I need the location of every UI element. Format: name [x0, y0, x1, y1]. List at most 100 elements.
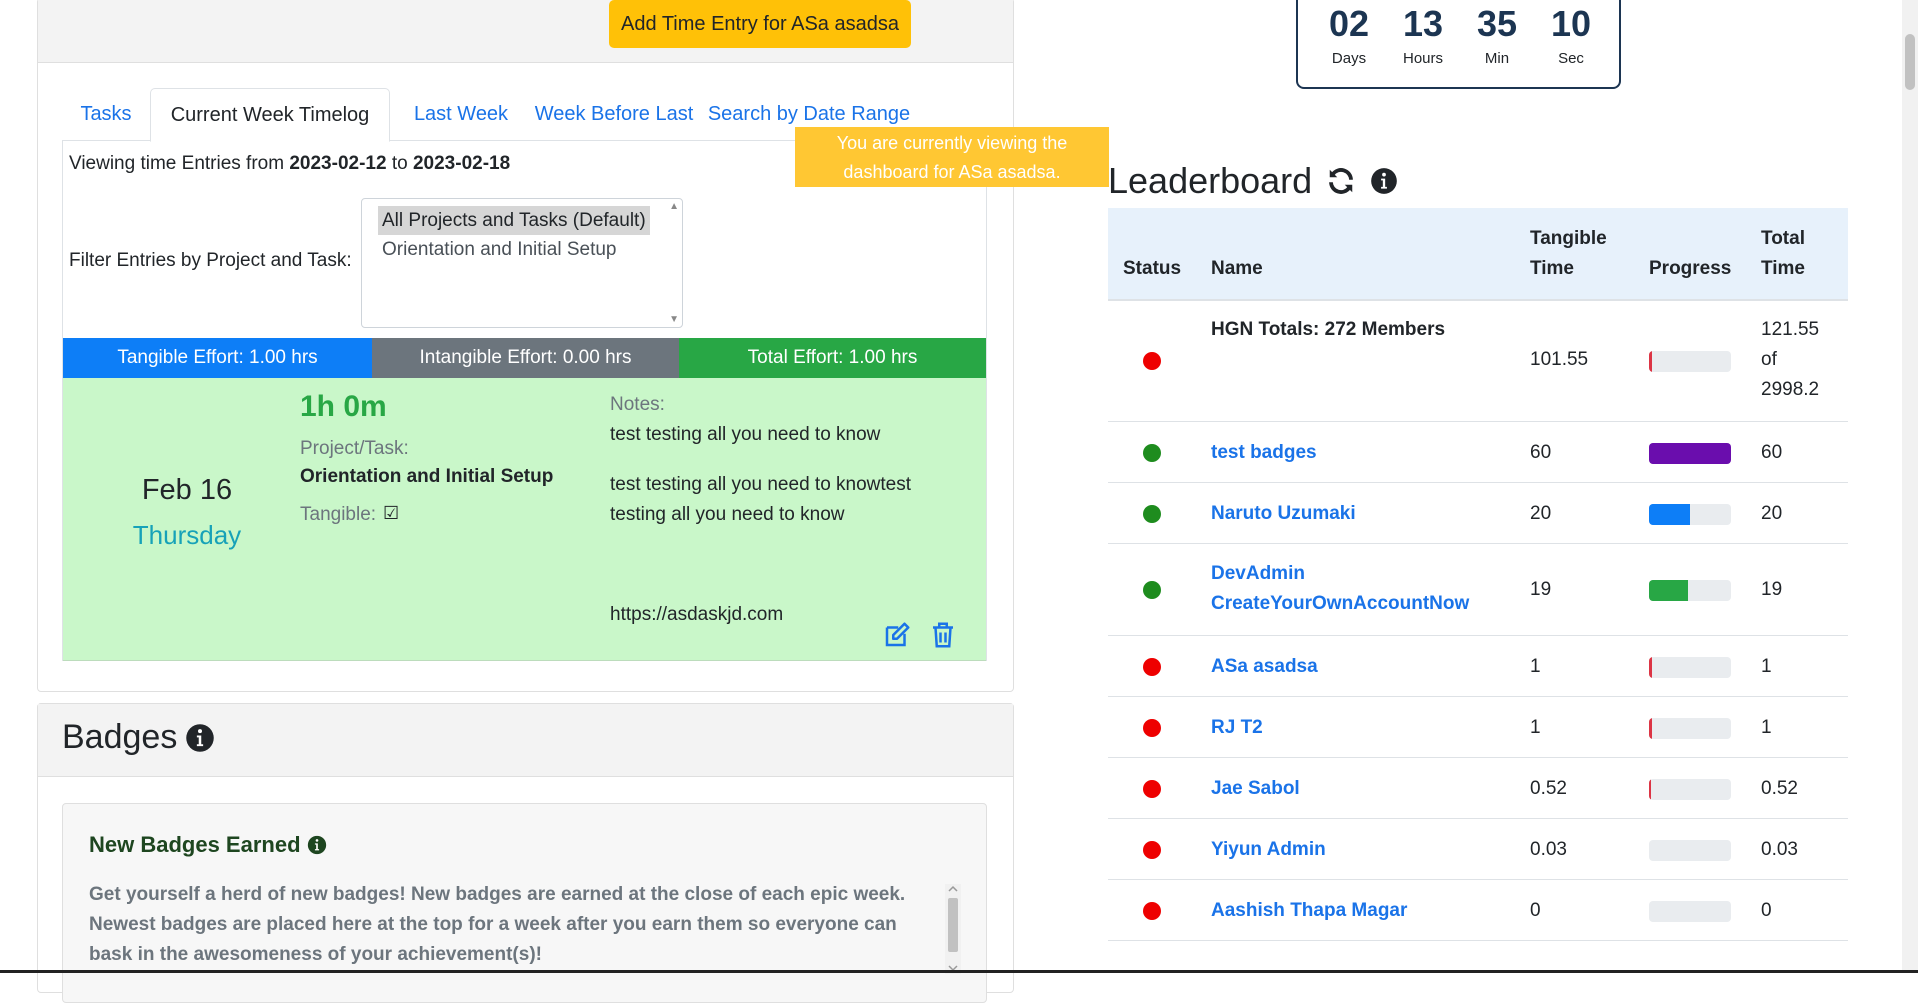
member-tangible-time: 0.52 — [1530, 777, 1567, 799]
new-badges-scrollbar[interactable] — [945, 884, 961, 974]
edit-icon[interactable] — [882, 620, 912, 650]
leaderboard-row: Jae Sabol 0.52 0.52 — [1108, 758, 1848, 819]
new-badges-title-text: New Badges Earned — [89, 832, 301, 857]
entry-duration: 1h 0m — [300, 390, 387, 423]
countdown-minutes: 35 Min — [1467, 4, 1527, 68]
leaderboard-row: ASa asadsa 1 1 — [1108, 636, 1848, 697]
totals-total-value: 121.55 — [1761, 319, 1820, 340]
entry-weekday: Thursday — [132, 520, 242, 550]
info-icon[interactable] — [1370, 167, 1398, 195]
project-task-filter-select[interactable]: All Projects and Tasks (Default) Orienta… — [361, 198, 683, 328]
leaderboard-row: Yiyun Admin 0.03 0.03 — [1108, 819, 1848, 880]
member-tangible-time: 19 — [1530, 579, 1552, 600]
leaderboard-totals-row: HGN Totals: 272 Members 101.55 121.55 of… — [1108, 301, 1848, 422]
header-tangible: Tangible — [1530, 228, 1607, 249]
info-icon[interactable] — [307, 835, 327, 855]
toast-line: You are currently viewing the — [836, 133, 1068, 153]
page-scrollbar-thumb[interactable] — [1905, 34, 1915, 90]
progress-bar — [1649, 778, 1731, 800]
entry-note-link[interactable]: https://asdaskjd.com — [610, 604, 783, 626]
info-icon[interactable] — [185, 723, 215, 753]
range-prefix: Viewing time Entries from — [69, 153, 285, 174]
page-scrollbar[interactable] — [1902, 0, 1918, 973]
tab-tasks[interactable]: Tasks — [62, 88, 150, 141]
leaderboard-title: Leaderboard — [1108, 160, 1398, 202]
totals-total-max: 2998.2 — [1761, 379, 1820, 400]
progress-fill — [1649, 503, 1690, 525]
header-total: Total — [1761, 228, 1805, 249]
status-dot — [1143, 901, 1161, 920]
range-to-word: to — [391, 153, 408, 174]
member-tangible-time: 0 — [1530, 899, 1541, 921]
delete-icon[interactable] — [928, 620, 958, 650]
progress-bar — [1649, 900, 1731, 922]
entry-note-line: test testing all you need to knowtest — [610, 474, 912, 495]
refresh-icon[interactable] — [1326, 166, 1356, 196]
leaderboard-row: Aashish Thapa Magar 0 0 — [1108, 880, 1848, 941]
status-dot — [1143, 352, 1161, 370]
intangible-effort: Intangible Effort: 0.00 hrs — [372, 338, 679, 378]
progress-bar — [1649, 656, 1731, 678]
progress-fill — [1649, 717, 1653, 739]
member-tangible-time: 60 — [1530, 441, 1552, 463]
member-name-link[interactable]: Yiyun Admin — [1211, 835, 1491, 865]
toast-line: dashboard for ASa asadsa. — [843, 162, 1061, 182]
countdown-timer: 02 Days 13 Hours 35 Min 10 Sec — [1296, 0, 1621, 89]
progress-fill — [1649, 580, 1689, 601]
status-dot — [1143, 779, 1161, 798]
status-dot — [1143, 581, 1161, 599]
leaderboard-header-row: Status Name Tangible Time Progress Total… — [1108, 208, 1848, 301]
range-to-date: 2023-02-18 — [412, 153, 511, 174]
total-effort: Total Effort: 1.00 hrs — [679, 338, 986, 378]
header-status: Status — [1123, 258, 1182, 279]
new-badges-title: New Badges Earned — [89, 832, 327, 858]
scroll-down-icon[interactable]: ▼ — [669, 314, 679, 325]
progress-bar — [1649, 351, 1731, 372]
leaderboard-title-text: Leaderboard — [1108, 160, 1313, 201]
new-badges-description: Get yourself a herd of new badges! New b… — [89, 884, 906, 965]
add-time-entry-button[interactable]: Add Time Entry for ASa asadsa — [609, 0, 911, 48]
tab-last-week[interactable]: Last Week — [395, 88, 527, 141]
member-name-link[interactable]: ASa asadsa — [1211, 652, 1491, 682]
member-name-link[interactable]: Jae Sabol — [1211, 774, 1491, 804]
header-progress: Progress — [1649, 258, 1732, 279]
tab-week-before-last[interactable]: Week Before Last — [532, 88, 696, 141]
member-name-link[interactable]: DevAdmin CreateYourOwnAccountNow — [1211, 559, 1491, 619]
leaderboard-row: Naruto Uzumaki 20 20 — [1108, 483, 1848, 544]
member-name-link[interactable]: Aashish Thapa Magar — [1211, 896, 1491, 926]
filter-option-orientation[interactable]: Orientation and Initial Setup — [378, 235, 664, 264]
progress-bar — [1649, 580, 1731, 601]
entry-notes-label: Notes: — [610, 394, 665, 415]
member-total-time: 0 — [1761, 899, 1772, 921]
member-name-link[interactable]: Naruto Uzumaki — [1211, 499, 1491, 529]
totals-name: HGN Totals: 272 Members — [1211, 319, 1446, 340]
filter-label: Filter Entries by Project and Task: — [69, 250, 352, 271]
member-tangible-time: 1 — [1530, 655, 1541, 677]
progress-bar — [1649, 442, 1731, 464]
header-name: Name — [1211, 258, 1263, 279]
status-dot — [1143, 718, 1161, 737]
countdown-days: 02 Days — [1319, 4, 1379, 68]
totals-tangible: 101.55 — [1530, 349, 1589, 370]
progress-fill — [1649, 351, 1653, 372]
progress-bar — [1649, 717, 1731, 739]
header-total-time: Time — [1761, 258, 1806, 279]
countdown-label: Sec — [1558, 50, 1584, 67]
totals-total: 121.55 of 2998.2 — [1761, 315, 1819, 405]
member-total-time: 60 — [1761, 441, 1783, 463]
member-name-link[interactable]: RJ T2 — [1211, 713, 1491, 743]
scroll-up-icon[interactable]: ▲ — [669, 201, 679, 212]
member-name-link[interactable]: test badges — [1211, 438, 1491, 468]
progress-fill — [1649, 442, 1731, 464]
member-total-time: 1 — [1761, 716, 1772, 738]
leaderboard-row: RJ T2 1 1 — [1108, 697, 1848, 758]
status-dot — [1143, 657, 1161, 676]
status-dot — [1143, 443, 1161, 462]
progress-fill — [1649, 656, 1653, 678]
tab-current-week-timelog[interactable]: Current Week Timelog — [150, 88, 390, 142]
filter-option-all[interactable]: All Projects and Tasks (Default) — [378, 206, 650, 235]
leaderboard-row: test badges 60 60 — [1108, 422, 1848, 483]
header-tangible-time: Time — [1530, 258, 1575, 279]
entry-project-label: Project/Task: — [300, 438, 409, 459]
totals-total-of: of — [1761, 349, 1777, 370]
